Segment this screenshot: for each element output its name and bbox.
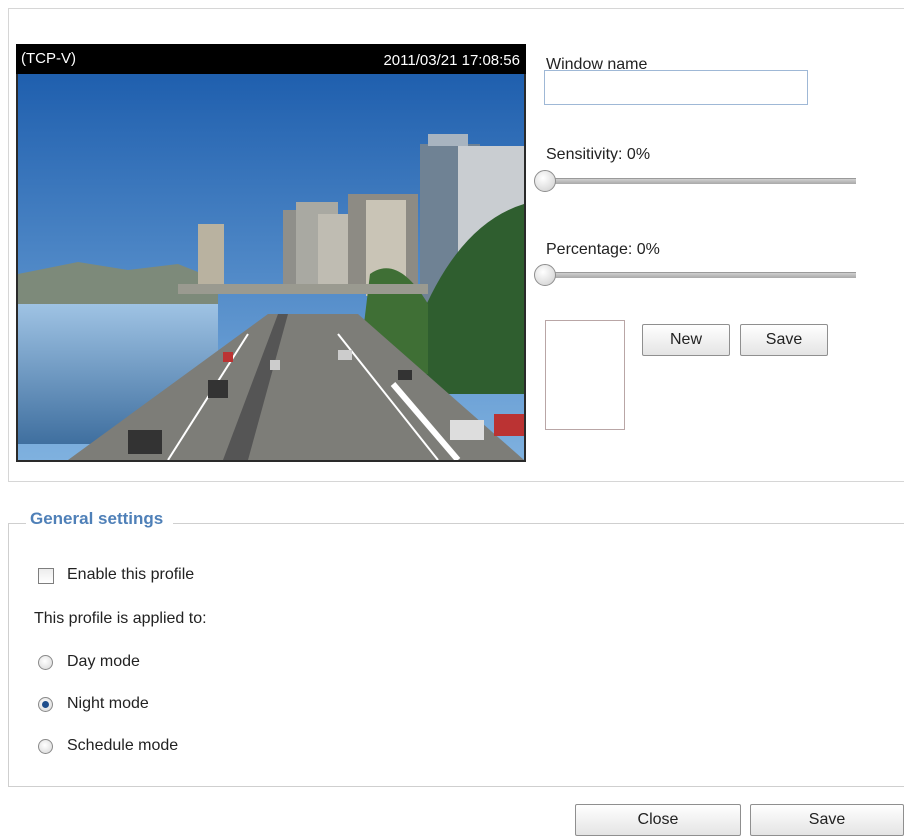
enable-profile-checkbox[interactable] [38,568,54,584]
schedule-mode-label[interactable]: Schedule mode [67,737,178,755]
save-window-button[interactable]: Save [740,324,828,356]
sensitivity-label: Sensitivity: 0% [546,146,651,163]
general-settings-title: General settings [26,509,174,529]
video-timestamp: 2011/03/21 17:08:56 [383,52,520,69]
save-button[interactable]: Save [750,804,904,836]
percentage-slider-thumb[interactable] [534,264,556,286]
percentage-slider[interactable] [534,264,856,288]
percentage-label: Percentage: 0% [546,241,660,258]
applied-to-label: This profile is applied to: [34,610,207,627]
sensitivity-slider-track [544,178,856,184]
window-name-input[interactable] [544,70,808,105]
sensitivity-slider-thumb[interactable] [534,170,556,192]
percentage-slider-track [544,272,856,278]
video-header: (TCP-V) 2011/03/21 17:08:56 [16,44,526,74]
camera-snapshot [18,74,524,460]
new-window-button[interactable]: New [642,324,730,356]
live-video-view[interactable]: (TCP-V) 2011/03/21 17:08:56 [16,44,526,462]
night-mode-label[interactable]: Night mode [67,695,149,713]
video-protocol: (TCP-V) [21,50,76,67]
sensitivity-slider[interactable] [534,170,856,194]
night-mode-radio[interactable] [38,697,53,712]
enable-profile-label[interactable]: Enable this profile [67,566,194,584]
schedule-mode-radio[interactable] [38,739,53,754]
day-mode-label[interactable]: Day mode [67,653,140,671]
window-preview-box [545,320,625,430]
close-button[interactable]: Close [575,804,741,836]
day-mode-radio[interactable] [38,655,53,670]
